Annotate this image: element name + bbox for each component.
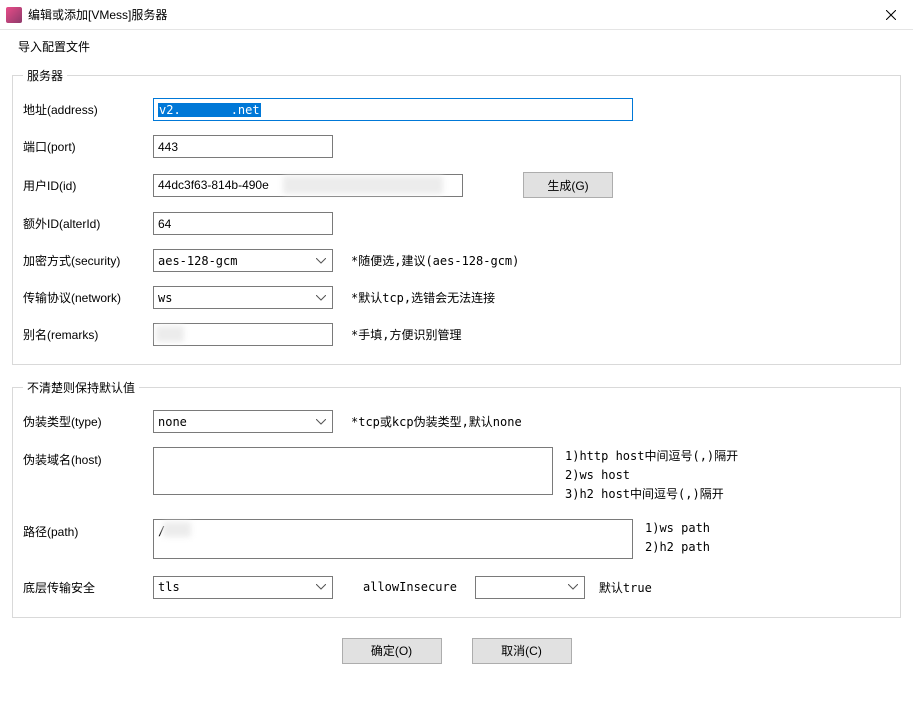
security-label: 加密方式(security)	[23, 252, 153, 269]
port-label: 端口(port)	[23, 138, 153, 155]
advanced-group: 不清楚则保持默认值 伪装类型(type) none *tcp或kcp伪装类型,默…	[12, 379, 901, 618]
address-label: 地址(address)	[23, 101, 153, 118]
host-input[interactable]	[153, 447, 553, 495]
remarks-hint: *手填,方便识别管理	[351, 326, 461, 343]
cancel-button[interactable]: 取消(C)	[472, 638, 572, 664]
path-input[interactable]: /	[153, 519, 633, 559]
path-label: 路径(path)	[23, 519, 153, 540]
network-hint: *默认tcp,选错会无法连接	[351, 289, 495, 306]
type-hint: *tcp或kcp伪装类型,默认none	[351, 413, 522, 430]
security-select[interactable]: aes-128-gcm	[153, 249, 333, 272]
port-input[interactable]	[153, 135, 333, 158]
path-hint: 1)ws path 2)h2 path	[645, 519, 710, 557]
server-legend: 服务器	[23, 67, 67, 84]
network-label: 传输协议(network)	[23, 289, 153, 306]
advanced-legend: 不清楚则保持默认值	[23, 379, 139, 396]
allow-insecure-hint: 默认true	[599, 579, 652, 596]
id-label: 用户ID(id)	[23, 177, 153, 194]
ok-button[interactable]: 确定(O)	[342, 638, 442, 664]
menu-import[interactable]: 导入配置文件	[18, 40, 90, 54]
generate-button[interactable]: 生成(G)	[523, 172, 613, 198]
tls-select[interactable]: tls	[153, 576, 333, 599]
host-hint: 1)http host中间逗号(,)隔开 2)ws host 3)h2 host…	[565, 447, 738, 505]
security-hint: *随便选,建议(aes-128-gcm)	[351, 252, 519, 269]
allow-insecure-label: allowInsecure	[363, 580, 457, 594]
dialog-buttons: 确定(O) 取消(C)	[12, 632, 901, 670]
network-select[interactable]: ws	[153, 286, 333, 309]
allow-insecure-select[interactable]	[475, 576, 585, 599]
host-label: 伪装域名(host)	[23, 447, 153, 468]
server-group: 服务器 地址(address) v2. xxxx .net 端口(port) 用…	[12, 67, 901, 365]
close-button[interactable]	[868, 0, 913, 30]
menu-bar: 导入配置文件	[0, 30, 913, 63]
type-select[interactable]: none	[153, 410, 333, 433]
app-icon	[6, 7, 22, 23]
remarks-label: 别名(remarks)	[23, 326, 153, 343]
tls-label: 底层传输安全	[23, 579, 153, 596]
address-input[interactable]: v2. xxxx .net	[153, 98, 633, 121]
type-label: 伪装类型(type)	[23, 413, 153, 430]
title-bar: 编辑或添加[VMess]服务器	[0, 0, 913, 30]
window-title: 编辑或添加[VMess]服务器	[28, 6, 167, 23]
alterid-input[interactable]	[153, 212, 333, 235]
alterid-label: 额外ID(alterId)	[23, 215, 153, 232]
